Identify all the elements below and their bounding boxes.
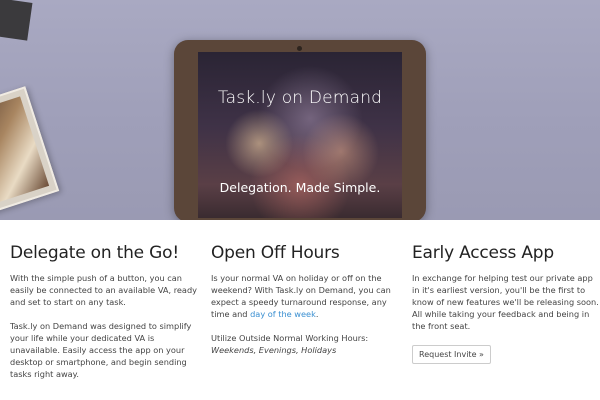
tablet-camera xyxy=(297,46,302,51)
feature-column-delegate: Delegate on the Go! With the simple push… xyxy=(10,243,200,392)
column-paragraph: Utilize Outside Normal Working Hours: We… xyxy=(211,332,401,356)
column-heading: Delegate on the Go! xyxy=(10,243,179,263)
paragraph-text: Utilize Outside Normal Working Hours: xyxy=(211,333,369,343)
background-object xyxy=(0,0,33,41)
paragraph-italic-text: Weekends, Evenings, Holidays xyxy=(211,345,337,355)
day-of-week-link[interactable]: day of the week xyxy=(250,309,316,319)
background-book-image xyxy=(0,86,60,214)
tablet-image: Task.ly on Demand Delegation. Made Simpl… xyxy=(174,40,426,220)
column-paragraph: Is your normal VA on holiday or off on t… xyxy=(211,272,401,320)
screen-tagline: Delegation. Made Simple. xyxy=(219,180,381,195)
screen-title: Task.ly on Demand xyxy=(217,88,383,108)
tablet-screen: Task.ly on Demand Delegation. Made Simpl… xyxy=(198,52,402,218)
column-heading: Early Access App xyxy=(412,243,554,263)
paragraph-text: . xyxy=(315,309,319,319)
feature-column-early-access: Early Access App In exchange for helping… xyxy=(412,243,600,364)
column-paragraph: Task.ly on Demand was designed to simpli… xyxy=(10,321,192,379)
column-paragraph: With the simple push of a button, you ca… xyxy=(10,273,197,307)
feature-column-off-hours: Open Off Hours Is your normal VA on holi… xyxy=(211,243,401,368)
hero-banner: Task.ly on Demand Delegation. Made Simpl… xyxy=(0,0,600,220)
request-invite-button[interactable]: Request Invite » xyxy=(412,345,491,364)
column-paragraph: In exchange for helping test our private… xyxy=(412,273,599,331)
column-heading: Open Off Hours xyxy=(211,243,340,263)
